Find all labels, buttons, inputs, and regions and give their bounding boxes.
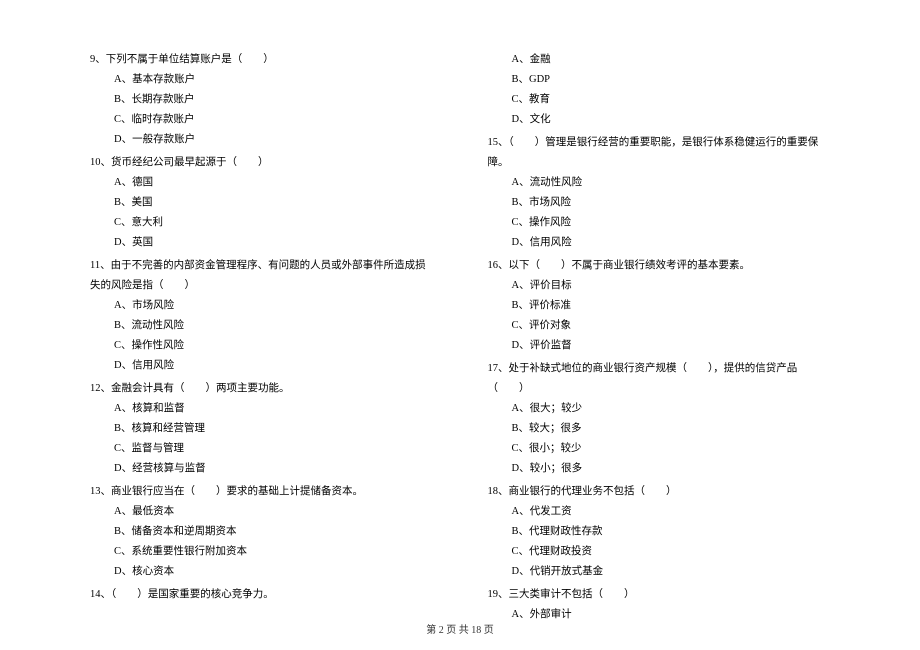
q17-option-d: D、较小；很多 [488, 459, 831, 479]
q9-option-c: C、临时存款账户 [90, 110, 433, 130]
q12-option-d: D、经营核算与监督 [90, 459, 433, 479]
q12-option-c: C、监督与管理 [90, 439, 433, 459]
q13-stem: 13、商业银行应当在（ ）要求的基础上计提储备资本。 [90, 482, 433, 502]
q9-option-b: B、长期存款账户 [90, 90, 433, 110]
q15-stem: 15、（ ）管理是银行经营的重要职能，是银行体系稳健运行的重要保障。 [488, 133, 831, 173]
q16-option-a: A、评价目标 [488, 276, 831, 296]
q11-option-a: A、市场风险 [90, 296, 433, 316]
question-19: 19、三大类审计不包括（ ） A、外部审计 [488, 585, 831, 625]
q12-option-a: A、核算和监督 [90, 399, 433, 419]
q18-option-d: D、代销开放式基金 [488, 562, 831, 582]
q14-stem: 14、（ ）是国家重要的核心竞争力。 [90, 585, 433, 605]
q14-option-b: B、GDP [488, 70, 831, 90]
q10-option-d: D、英国 [90, 233, 433, 253]
q15-option-b: B、市场风险 [488, 193, 831, 213]
question-16: 16、以下（ ）不属于商业银行绩效考评的基本要素。 A、评价目标 B、评价标准 … [488, 256, 831, 356]
q9-option-a: A、基本存款账户 [90, 70, 433, 90]
q16-option-c: C、评价对象 [488, 316, 831, 336]
q12-option-b: B、核算和经营管理 [90, 419, 433, 439]
page-columns: 9、下列不属于单位结算账户是（ ） A、基本存款账户 B、长期存款账户 C、临时… [90, 50, 830, 628]
q11-stem: 11、由于不完善的内部资金管理程序、有问题的人员或外部事件所造成损失的风险是指（… [90, 256, 433, 296]
q11-option-b: B、流动性风险 [90, 316, 433, 336]
q10-option-a: A、德国 [90, 173, 433, 193]
q14-option-d: D、文化 [488, 110, 831, 130]
q13-option-d: D、核心资本 [90, 562, 433, 582]
q14-option-a: A、金融 [488, 50, 831, 70]
question-10: 10、货币经纪公司最早起源于（ ） A、德国 B、美国 C、意大利 D、英国 [90, 153, 433, 253]
left-column: 9、下列不属于单位结算账户是（ ） A、基本存款账户 B、长期存款账户 C、临时… [90, 50, 433, 628]
q15-option-c: C、操作风险 [488, 213, 831, 233]
question-14: 14、（ ）是国家重要的核心竞争力。 [90, 585, 433, 605]
q15-option-d: D、信用风险 [488, 233, 831, 253]
q17-option-b: B、较大；很多 [488, 419, 831, 439]
q10-option-c: C、意大利 [90, 213, 433, 233]
q13-option-c: C、系统重要性银行附加资本 [90, 542, 433, 562]
q18-stem: 18、商业银行的代理业务不包括（ ） [488, 482, 831, 502]
q18-option-c: C、代理财政投资 [488, 542, 831, 562]
q11-option-c: C、操作性风险 [90, 336, 433, 356]
question-9: 9、下列不属于单位结算账户是（ ） A、基本存款账户 B、长期存款账户 C、临时… [90, 50, 433, 150]
question-13: 13、商业银行应当在（ ）要求的基础上计提储备资本。 A、最低资本 B、储备资本… [90, 482, 433, 582]
q18-option-b: B、代理财政性存款 [488, 522, 831, 542]
question-14-options: A、金融 B、GDP C、教育 D、文化 [488, 50, 831, 130]
q18-option-a: A、代发工资 [488, 502, 831, 522]
q10-stem: 10、货币经纪公司最早起源于（ ） [90, 153, 433, 173]
q17-option-a: A、很大；较少 [488, 399, 831, 419]
q19-stem: 19、三大类审计不包括（ ） [488, 585, 831, 605]
question-11: 11、由于不完善的内部资金管理程序、有问题的人员或外部事件所造成损失的风险是指（… [90, 256, 433, 376]
page-footer: 第 2 页 共 18 页 [0, 621, 920, 636]
question-18: 18、商业银行的代理业务不包括（ ） A、代发工资 B、代理财政性存款 C、代理… [488, 482, 831, 582]
q13-option-b: B、储备资本和逆周期资本 [90, 522, 433, 542]
q13-option-a: A、最低资本 [90, 502, 433, 522]
q9-option-d: D、一般存款账户 [90, 130, 433, 150]
question-12: 12、金融会计具有（ ）两项主要功能。 A、核算和监督 B、核算和经营管理 C、… [90, 379, 433, 479]
right-column: A、金融 B、GDP C、教育 D、文化 15、（ ）管理是银行经营的重要职能，… [488, 50, 831, 628]
q11-option-d: D、信用风险 [90, 356, 433, 376]
q16-stem: 16、以下（ ）不属于商业银行绩效考评的基本要素。 [488, 256, 831, 276]
question-15: 15、（ ）管理是银行经营的重要职能，是银行体系稳健运行的重要保障。 A、流动性… [488, 133, 831, 253]
q14-option-c: C、教育 [488, 90, 831, 110]
q17-option-c: C、很小；较少 [488, 439, 831, 459]
question-17: 17、处于补缺式地位的商业银行资产规模（ ），提供的信贷产品（ ） A、很大；较… [488, 359, 831, 479]
q17-stem: 17、处于补缺式地位的商业银行资产规模（ ），提供的信贷产品（ ） [488, 359, 831, 399]
q12-stem: 12、金融会计具有（ ）两项主要功能。 [90, 379, 433, 399]
q16-option-b: B、评价标准 [488, 296, 831, 316]
q9-stem: 9、下列不属于单位结算账户是（ ） [90, 50, 433, 70]
q15-option-a: A、流动性风险 [488, 173, 831, 193]
q16-option-d: D、评价监督 [488, 336, 831, 356]
q10-option-b: B、美国 [90, 193, 433, 213]
